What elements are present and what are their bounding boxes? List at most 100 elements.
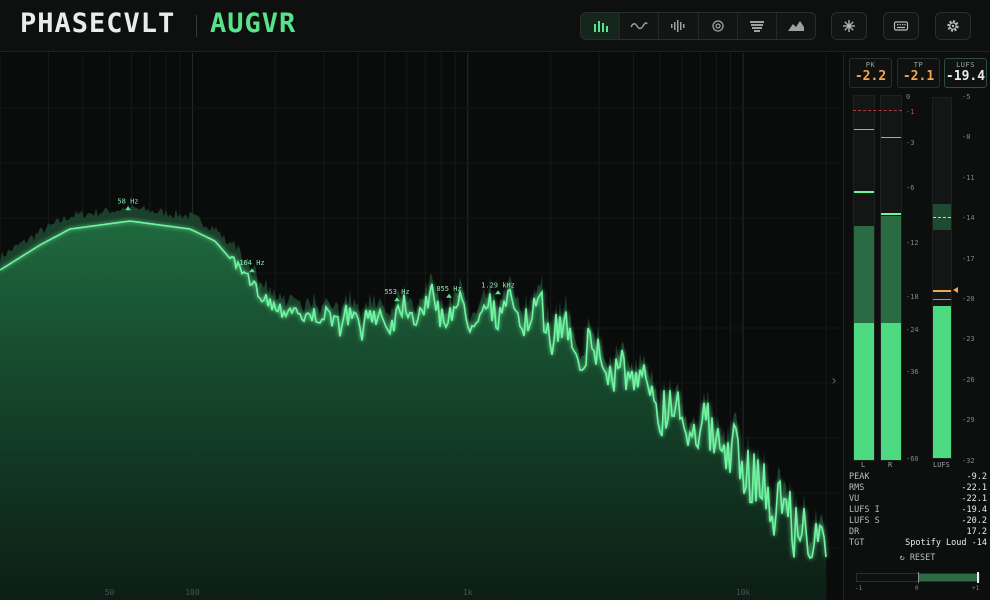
view-mode-switcher xyxy=(580,12,816,40)
stat-row-lufs-i: LUFS I -19.4 xyxy=(849,505,987,516)
balance-indicator xyxy=(977,572,979,583)
db-scale-label: -1 xyxy=(906,108,915,116)
stat-row-rms: RMS -22.1 xyxy=(849,483,987,494)
stat-value: -22.1 xyxy=(961,483,987,493)
stat-label: VU xyxy=(849,494,860,504)
peak-label: 1.29 kHz xyxy=(481,281,515,289)
db-scale-label: 0 xyxy=(906,93,911,101)
peak-label: 164 Hz xyxy=(239,259,264,267)
left-channel-meter xyxy=(853,95,875,461)
peak-readout-value: -2.2 xyxy=(854,69,887,84)
peak-marker-icon xyxy=(495,290,501,295)
keyboard-icon xyxy=(893,21,909,31)
left-level-fill xyxy=(854,323,874,460)
spectrum-analyzer[interactable]: 58 Hz 164 Hz 553 Hz 855 Hz 1.29 kHz 50 100 1k 1… xyxy=(0,53,842,600)
clip-threshold-line xyxy=(853,110,902,111)
header-bar: PHASECVLT AUGVR xyxy=(0,0,990,52)
product-name: AUGVR xyxy=(210,8,297,39)
stat-row-lufs-s: LUFS S -20.2 xyxy=(849,516,987,527)
db-scale-label: -24 xyxy=(906,326,919,334)
stat-label: RMS xyxy=(849,483,865,493)
peak-readout: PK -2.2 xyxy=(849,58,892,88)
right-hold-marker xyxy=(881,137,901,138)
left-peak-marker xyxy=(854,191,874,193)
left-hold-marker xyxy=(854,129,874,130)
balance-fill xyxy=(918,574,979,581)
waveform-icon xyxy=(630,22,648,30)
left-channel-label: L xyxy=(861,461,866,469)
true-peak-readout-value: -2.1 xyxy=(902,69,935,84)
stat-value: -9.2 xyxy=(966,472,987,482)
stat-value: -19.4 xyxy=(961,505,987,515)
lufs-short-term-marker xyxy=(933,299,951,300)
meter-panel: PK -2.2 TP -2.1 LUFS -19.4 0 -1 -3 -6 -12 -18… xyxy=(843,53,990,600)
lufs-scale-label: -23 xyxy=(962,335,975,344)
spectrum-plot: 58 Hz 164 Hz 553 Hz 855 Hz 1.29 kHz 50 100 1k 1… xyxy=(0,53,842,600)
lufs-scale-label: -8 xyxy=(962,133,971,142)
reset-button[interactable]: ↻ RESET xyxy=(844,553,990,563)
db-scale-label: -12 xyxy=(906,239,919,247)
lufs-scale-label: -32 xyxy=(962,456,975,465)
mountain-icon xyxy=(787,21,804,31)
peak-marker-icon xyxy=(446,293,452,298)
stat-row-vu: VU -22.1 xyxy=(849,494,987,505)
right-channel-meter xyxy=(880,95,902,461)
mode-mountain-button[interactable] xyxy=(777,13,815,39)
stat-label: TGT xyxy=(849,538,865,548)
balance-scale-max: +1 xyxy=(972,585,980,592)
balance-center-mark xyxy=(918,572,919,583)
frequency-tick-label: 10k xyxy=(736,588,751,597)
peak-label: 553 Hz xyxy=(384,288,409,296)
lufs-scale-label: -14 xyxy=(962,214,975,223)
lufs-channel-label: LUFS xyxy=(933,461,950,469)
mode-waterfall-button[interactable] xyxy=(738,13,777,39)
loudness-target-select[interactable]: Spotify Loud -14 xyxy=(905,538,987,549)
waterfall-icon xyxy=(749,21,764,32)
stat-label: LUFS S xyxy=(849,516,880,526)
mode-waveform-button[interactable] xyxy=(620,13,660,39)
lufs-meter xyxy=(932,97,952,459)
true-peak-readout-label: TP xyxy=(913,61,924,69)
stat-value: -20.2 xyxy=(961,516,987,526)
brand-separator xyxy=(196,15,197,37)
freeze-button[interactable] xyxy=(831,12,867,40)
lufs-level-fill xyxy=(933,306,951,458)
right-peak-marker xyxy=(881,213,901,215)
peak-label: 58 Hz xyxy=(117,197,138,205)
balance-scale-min: -1 xyxy=(855,585,863,592)
freeze-icon xyxy=(843,20,855,32)
lufs-integrated-marker xyxy=(933,290,951,292)
lufs-scale-label: -20 xyxy=(962,295,975,303)
chevron-right-icon: › xyxy=(829,373,839,389)
db-scale-label: -36 xyxy=(906,368,919,376)
peak-readout-label: PK xyxy=(865,61,876,69)
lufs-scale-label: -29 xyxy=(962,416,975,425)
lufs-scale-label: -5 xyxy=(962,93,971,101)
stat-value: 17.2 xyxy=(966,527,987,537)
balance-scale-center: 0 xyxy=(915,585,919,592)
lufs-target-line xyxy=(933,217,951,218)
collapse-panel-button[interactable]: › xyxy=(826,371,842,391)
lufs-scale-label: -11 xyxy=(962,173,975,182)
true-peak-readout: TP -2.1 xyxy=(897,58,940,88)
peak-label: 855 Hz xyxy=(436,285,461,293)
mode-oscilloscope-button[interactable] xyxy=(659,13,699,39)
db-scale-label: -3 xyxy=(906,139,915,147)
frequency-tick-label: 100 xyxy=(185,588,200,597)
keyboard-button[interactable] xyxy=(883,12,919,40)
lufs-pointer-icon xyxy=(953,287,958,293)
oscilloscope-icon xyxy=(671,20,685,32)
db-scale-label: -60 xyxy=(906,455,919,463)
mode-target-button[interactable] xyxy=(699,13,738,39)
stat-row-target[interactable]: TGT Spotify Loud -14 xyxy=(849,538,987,549)
spectrum-bars-icon xyxy=(594,21,609,32)
lufs-readout-value: -19.4 xyxy=(945,69,986,84)
target-icon xyxy=(711,20,724,32)
mode-spectrum-button[interactable] xyxy=(581,13,621,39)
stat-label: DR xyxy=(849,527,860,537)
stat-label: LUFS I xyxy=(849,505,880,515)
settings-button[interactable] xyxy=(935,12,971,40)
brand-logo: PHASECVLT xyxy=(20,8,176,39)
right-level-fill xyxy=(881,323,901,460)
loudness-stats: PEAK -9.2 RMS -22.1 VU -22.1 LUFS I -19.4 LU… xyxy=(849,472,987,549)
